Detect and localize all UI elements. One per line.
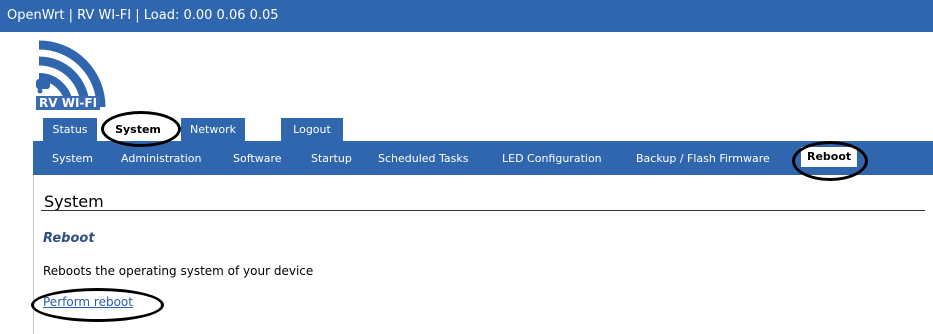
section-divider (41, 210, 925, 211)
subnav-system[interactable]: System (52, 151, 93, 167)
subnav-administration[interactable]: Administration (121, 151, 202, 167)
reboot-description: Reboots the operating system of your dev… (43, 264, 314, 278)
subnav-startup[interactable]: Startup (311, 151, 352, 167)
sub-navigation: System Administration Software Startup S… (33, 141, 933, 175)
tab-status[interactable]: Status (43, 118, 97, 141)
main-content: System Reboot Reboots the operating syst… (33, 175, 932, 334)
subnav-led-configuration[interactable]: LED Configuration (502, 151, 602, 167)
subnav-backup-flash-firmware[interactable]: Backup / Flash Firmware (636, 151, 770, 167)
logo-text: RV WI-FI (36, 96, 101, 110)
subnav-reboot[interactable]: Reboot (801, 147, 858, 167)
subnav-scheduled-tasks[interactable]: Scheduled Tasks (378, 151, 469, 167)
page-title: OpenWrt | RV WI-FI | Load: 0.00 0.06 0.0… (7, 8, 279, 23)
section-title: System (44, 192, 104, 211)
tab-system[interactable]: System (101, 118, 175, 141)
title-bar: OpenWrt | RV WI-FI | Load: 0.00 0.06 0.0… (0, 0, 933, 32)
tab-logout[interactable]: Logout (281, 118, 343, 141)
tab-network[interactable]: Network (181, 118, 245, 141)
perform-reboot-link[interactable]: Perform reboot (43, 295, 133, 309)
subnav-software[interactable]: Software (233, 151, 282, 167)
subsection-title: Reboot (43, 231, 95, 246)
